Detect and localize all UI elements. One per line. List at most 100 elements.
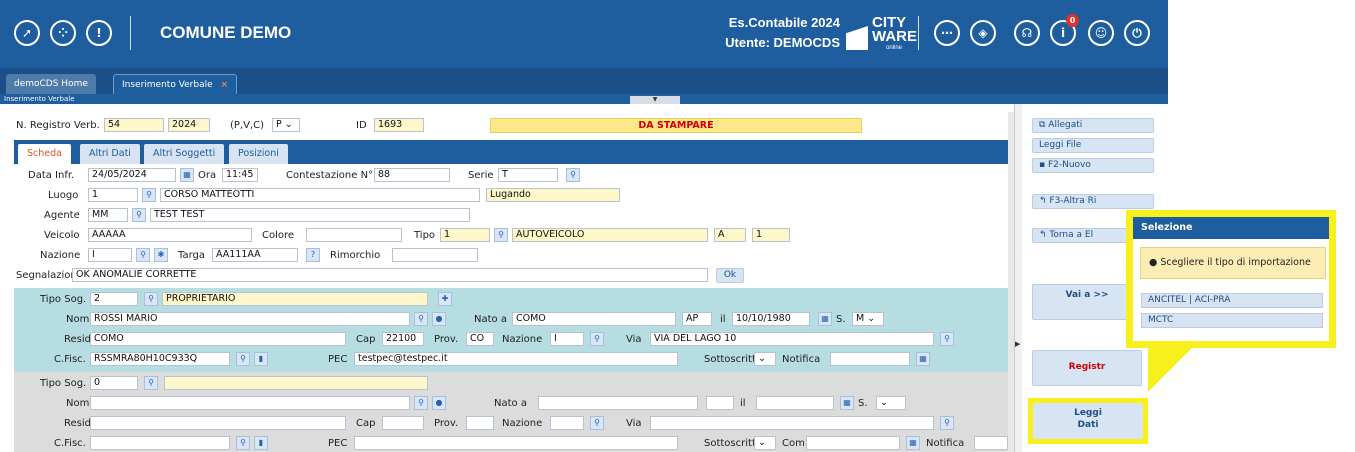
- search-icon[interactable]: ⚲: [136, 248, 150, 262]
- registra-button[interactable]: Registr: [1032, 350, 1142, 386]
- chevron-right-icon[interactable]: ▶: [1015, 340, 1020, 348]
- info-icon[interactable]: !: [86, 20, 112, 46]
- search-icon[interactable]: ⚲: [236, 436, 250, 450]
- search-icon[interactable]: ⚲: [144, 376, 158, 390]
- agente-code-field[interactable]: MM: [88, 208, 128, 222]
- search-icon[interactable]: ⚲: [236, 352, 250, 366]
- rimorchio-field[interactable]: [392, 248, 478, 262]
- calendar-icon[interactable]: ▦: [818, 312, 832, 326]
- cfisc-field[interactable]: RSSMRA80H10C933Q: [90, 352, 230, 366]
- f3-altra-button[interactable]: ↰ F3-Altra Ri: [1032, 194, 1154, 209]
- search-icon[interactable]: ⚲: [414, 312, 428, 326]
- via-field[interactable]: [650, 416, 934, 430]
- agente-name-field[interactable]: TEST TEST: [150, 208, 470, 222]
- panel-divider[interactable]: [1014, 104, 1022, 452]
- nome-field[interactable]: ROSSI MARIO: [90, 312, 410, 326]
- data-nascita-field[interactable]: [756, 396, 834, 410]
- nato-a-field[interactable]: [538, 396, 698, 410]
- cap-field[interactable]: 22100: [382, 332, 424, 346]
- pec-field[interactable]: [354, 436, 678, 450]
- anno-field[interactable]: 2024: [168, 118, 210, 132]
- add-icon[interactable]: ✚: [438, 292, 452, 306]
- nazione-field[interactable]: [550, 416, 584, 430]
- luogo-code-field[interactable]: 1: [88, 188, 138, 202]
- calendar-icon[interactable]: ▦: [840, 396, 854, 410]
- ok-button[interactable]: Ok: [716, 268, 744, 283]
- tipo-code-field[interactable]: 1: [440, 228, 490, 242]
- luogo-name-field[interactable]: CORSO MATTEOTTI: [160, 188, 480, 202]
- support-icon[interactable]: ☊: [1014, 20, 1040, 46]
- tab-posizioni[interactable]: Posizioni: [229, 144, 288, 164]
- resid-field[interactable]: COMO: [90, 332, 346, 346]
- f2-nuovo-button[interactable]: ▪ F2-Nuovo: [1032, 158, 1154, 173]
- tab-altri-soggetti[interactable]: Altri Soggetti: [144, 144, 225, 164]
- notifica-field[interactable]: [974, 436, 1008, 450]
- es-contabile[interactable]: Es.Contabile 2024: [700, 13, 840, 33]
- targa-field[interactable]: AA111AA: [212, 248, 298, 262]
- calendar-icon[interactable]: ▦: [180, 168, 194, 182]
- resid-field[interactable]: [90, 416, 346, 430]
- leggi-file-button[interactable]: Leggi File: [1032, 138, 1154, 153]
- nome-field[interactable]: [90, 396, 410, 410]
- collapse-toggle-icon[interactable]: ▼: [630, 96, 680, 104]
- search-icon[interactable]: ⚲: [940, 332, 954, 346]
- nato-a-field[interactable]: COMO: [512, 312, 676, 326]
- prov-field[interactable]: CO: [466, 332, 494, 346]
- tipo-sog-field[interactable]: 2: [90, 292, 138, 306]
- notification-icon[interactable]: i 0: [1050, 14, 1079, 46]
- help-icon[interactable]: ?: [306, 248, 320, 262]
- search-icon[interactable]: ⚲: [414, 396, 428, 410]
- search-icon[interactable]: ⚲: [566, 168, 580, 182]
- search-icon[interactable]: ⚲: [590, 332, 604, 346]
- power-icon[interactable]: ⏻: [1124, 20, 1150, 46]
- option-ancitel-aci-pra[interactable]: ANCITEL | ACI-PRA: [1141, 293, 1323, 308]
- nazione-field[interactable]: I: [550, 332, 584, 346]
- prov-nascita-field[interactable]: AP: [682, 312, 712, 326]
- nazione-field[interactable]: I: [88, 248, 132, 262]
- tab-altri-dati[interactable]: Altri Dati: [80, 144, 140, 164]
- veicolo-field[interactable]: AAAAA: [88, 228, 252, 242]
- person-icon[interactable]: ●: [432, 396, 446, 410]
- cap-field[interactable]: [382, 416, 424, 430]
- tab-scheda[interactable]: Scheda: [18, 144, 71, 164]
- data-infr-field[interactable]: 24/05/2024: [88, 168, 176, 182]
- compass-icon[interactable]: ◈: [970, 20, 996, 46]
- tipo-sog-field[interactable]: 0: [90, 376, 138, 390]
- sottoscritt-select[interactable]: ⌄: [754, 352, 776, 366]
- person-icon[interactable]: ●: [432, 312, 446, 326]
- data-nascita-field[interactable]: 10/10/1980: [732, 312, 810, 326]
- sesso-select[interactable]: M ⌄: [852, 312, 884, 326]
- search-icon[interactable]: ⚲: [590, 416, 604, 430]
- notifica-field[interactable]: [830, 352, 910, 366]
- grid-icon[interactable]: ⁘: [50, 20, 76, 46]
- colore-field[interactable]: [306, 228, 402, 242]
- cfisc-field[interactable]: [90, 436, 230, 450]
- pvc-select[interactable]: P ⌄: [272, 118, 300, 132]
- prov-field[interactable]: [466, 416, 494, 430]
- via-field[interactable]: VIA DEL LAGO 10: [650, 332, 934, 346]
- trash-icon[interactable]: ▮: [254, 436, 268, 450]
- tab-inserimento-verbale[interactable]: Inserimento Verbale ×: [113, 74, 238, 94]
- calendar-icon[interactable]: ▦: [916, 352, 930, 366]
- trash-icon[interactable]: ▮: [254, 352, 268, 366]
- prov-nascita-field[interactable]: [706, 396, 734, 410]
- contestazione-field[interactable]: 88: [374, 168, 450, 182]
- close-icon[interactable]: ×: [221, 80, 229, 90]
- segnalazioni-field[interactable]: OK ANOMALIE CORRETTE: [72, 268, 708, 282]
- sottoscritt-select[interactable]: ⌄: [754, 436, 776, 450]
- serie-field[interactable]: T: [498, 168, 558, 182]
- user-icon[interactable]: ☺: [1088, 20, 1114, 46]
- allegati-button[interactable]: ⧉ Allegati: [1032, 118, 1154, 133]
- pec-field[interactable]: testpec@testpec.it: [354, 352, 678, 366]
- search-icon[interactable]: ⚲: [940, 416, 954, 430]
- sesso-select[interactable]: ⌄: [876, 396, 906, 410]
- search-icon[interactable]: ⚲: [494, 228, 508, 242]
- search-icon[interactable]: ⚲: [132, 208, 146, 222]
- search-icon[interactable]: ⚲: [142, 188, 156, 202]
- calendar-icon[interactable]: ▦: [906, 436, 920, 450]
- search-icon[interactable]: ⚲: [144, 292, 158, 306]
- chat-icon[interactable]: ⋯: [934, 20, 960, 46]
- com-field[interactable]: [806, 436, 900, 450]
- tab-home[interactable]: demoCDS Home: [6, 74, 96, 94]
- rocket-icon[interactable]: ➚: [14, 20, 40, 46]
